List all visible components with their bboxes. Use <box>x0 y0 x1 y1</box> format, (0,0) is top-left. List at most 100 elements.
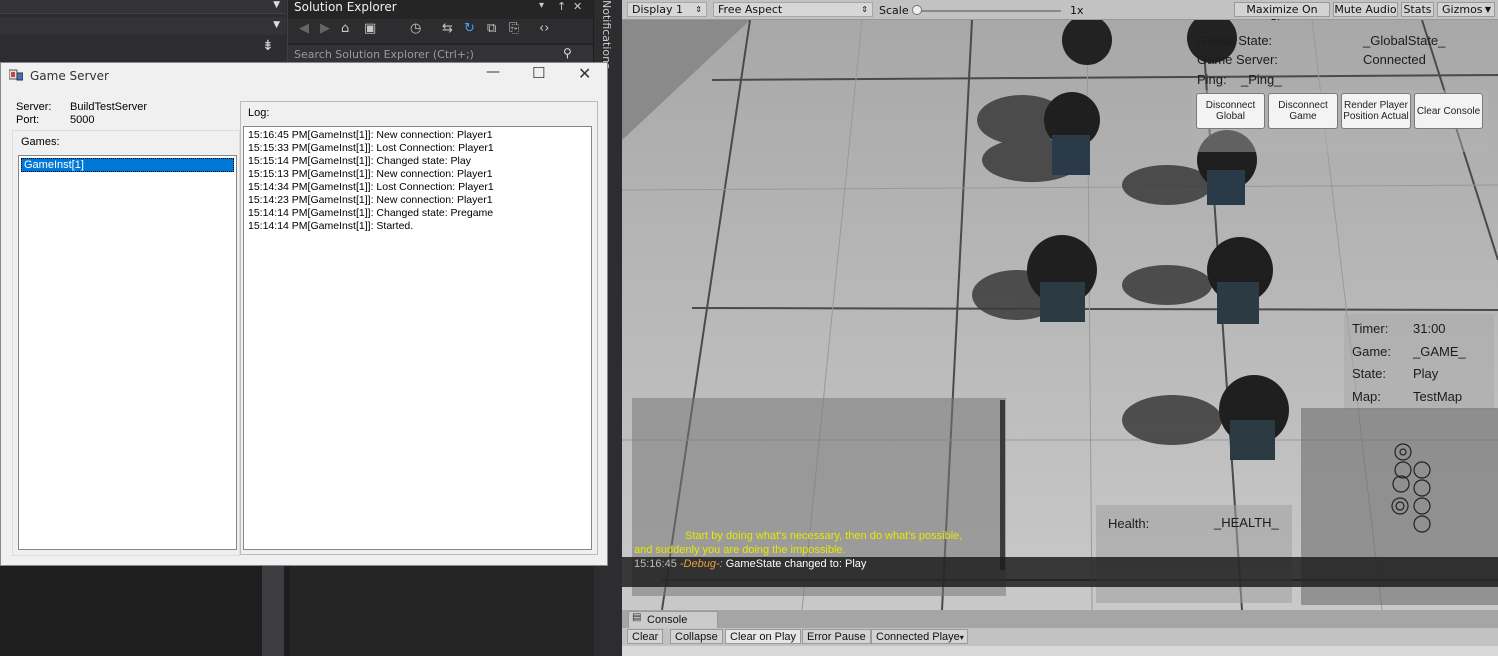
show-all-files-icon[interactable]: ⎘ <box>509 21 519 36</box>
timer-label: Timer: <box>1352 321 1389 336</box>
aspect-dropdown[interactable]: Free Aspect ⇕ <box>713 2 873 17</box>
solution-explorer-title: Solution Explorer <box>294 0 397 14</box>
scale-label: Scale <box>879 4 909 17</box>
console-clear-button[interactable]: Clear <box>627 629 664 644</box>
vs-dropdown-top[interactable]: ▼ <box>0 0 286 14</box>
port-label: Port: <box>16 114 40 126</box>
maximize-icon[interactable]: ☐ <box>532 64 545 82</box>
port-value: 5000 <box>70 114 95 126</box>
chevron-down-icon: ⇕ <box>695 5 702 14</box>
render-player-position-button[interactable]: Render Player Position Actual <box>1341 93 1411 129</box>
global-state-label: Global State: <box>1197 33 1273 48</box>
search-icon[interactable]: ⚲ <box>563 46 572 60</box>
connected-player-dropdown[interactable]: Connected Playe▾ <box>871 629 968 644</box>
chevron-down-icon: ▼ <box>273 20 280 30</box>
dropdown-icon[interactable]: ▾ <box>539 0 544 11</box>
log-line: 15:14:14 PM[GameInst[1]]: Changed state:… <box>248 207 494 219</box>
maximize-on-play-toggle[interactable]: Maximize On Play <box>1234 2 1330 30</box>
notifications-tab[interactable]: Notifications <box>600 0 613 69</box>
window-title: Game Server <box>30 69 109 83</box>
gizmos-label: Gizmos <box>1442 3 1483 16</box>
chevron-down-icon: ▼ <box>1484 5 1491 14</box>
server-label: Server: <box>16 101 52 113</box>
timer-value: 31:00 <box>1413 321 1446 336</box>
debug-time: 15:16:45 <box>634 558 677 570</box>
game-label: Game: <box>1352 344 1392 359</box>
solutions-views-icon[interactable]: ▣ <box>364 21 376 36</box>
pending-changes-icon[interactable]: ◷ <box>410 21 421 36</box>
map-label: Map: <box>1352 389 1381 404</box>
close-icon[interactable]: ✕ <box>578 64 591 83</box>
mute-audio-toggle[interactable]: Mute Audio <box>1333 2 1398 17</box>
health-value: _HEALTH_ <box>1214 515 1279 530</box>
display-label: Display 1 <box>632 3 684 16</box>
refresh-icon[interactable]: ↻ <box>464 21 475 36</box>
collapse-all-icon[interactable]: ⧉ <box>487 21 496 36</box>
log-line: 15:14:34 PM[GameInst[1]]: Lost Connectio… <box>248 181 494 193</box>
console-icon: ▤ <box>632 612 642 623</box>
quote-line-1: Start by doing what's necessary, then do… <box>685 530 963 542</box>
games-listbox[interactable]: GameInst[1] <box>18 155 237 550</box>
close-icon[interactable]: ✕ <box>573 0 582 13</box>
ping-label: Ping: <box>1197 72 1227 87</box>
console-tab[interactable]: Console <box>628 611 718 628</box>
debug-tag: -Debug-: <box>679 558 723 570</box>
log-line: 15:15:33 PM[GameInst[1]]: Lost Connectio… <box>248 142 494 154</box>
ping-value: _Ping_ <box>1241 72 1282 87</box>
gizmos-dropdown[interactable]: Gizmos ▼ <box>1437 2 1495 17</box>
solution-explorer-tree <box>290 566 595 656</box>
aspect-label: Free Aspect <box>718 3 783 16</box>
chevron-down-icon: ▾ <box>959 633 964 642</box>
vs-editor-area <box>0 566 262 656</box>
health-label: Health: <box>1108 516 1150 531</box>
game-value: _GAME_ <box>1413 344 1466 359</box>
console-log-area[interactable] <box>622 646 1498 656</box>
sync-icon[interactable]: ⇆ <box>442 21 453 36</box>
disconnect-game-button[interactable]: Disconnect Game <box>1268 93 1338 129</box>
games-label: Games: <box>21 136 60 148</box>
chevron-down-icon: ▼ <box>273 0 280 10</box>
stats-toggle[interactable]: Stats <box>1401 2 1434 17</box>
state-value: Play <box>1413 366 1439 381</box>
back-icon[interactable]: ◀ <box>299 21 309 36</box>
pin-icon[interactable]: ↑ <box>557 0 566 13</box>
log-listbox[interactable]: 15:16:45 PM[GameInst[1]]: New connection… <box>243 126 592 550</box>
log-line: 15:15:13 PM[GameInst[1]]: New connection… <box>248 168 493 180</box>
console-collapse-toggle[interactable]: Collapse <box>670 629 723 644</box>
game-viewport[interactable]: Global State: _GlobalState_ Game Server:… <box>622 20 1498 610</box>
debug-text: GameState changed to: Play <box>725 558 867 570</box>
chat-scrollbar[interactable] <box>1000 400 1005 570</box>
clear-console-button[interactable]: Clear Console <box>1414 93 1483 129</box>
map-value: TestMap <box>1413 389 1463 404</box>
log-line: 15:16:45 PM[GameInst[1]]: New connection… <box>248 129 493 141</box>
minimize-icon[interactable]: — <box>486 64 500 80</box>
debug-message: 15:16:45 -Debug-: GameState changed to: … <box>634 558 866 570</box>
connected-player-label: Connected Playe <box>876 631 960 643</box>
split-icon[interactable]: ⇟ <box>262 38 274 54</box>
vs-dropdown-second[interactable]: ▼ <box>0 17 286 35</box>
state-label: State: <box>1352 366 1386 381</box>
clear-on-play-toggle[interactable]: Clear on Play <box>725 629 802 644</box>
display-dropdown[interactable]: Display 1 ⇕ <box>627 2 707 17</box>
log-label: Log: <box>248 107 270 119</box>
log-line: 15:14:14 PM[GameInst[1]]: Started. <box>248 220 414 232</box>
forward-icon[interactable]: ▶ <box>320 21 330 36</box>
log-line: 15:14:23 PM[GameInst[1]]: New connection… <box>248 194 493 206</box>
game-server-label: Game Server: <box>1197 52 1278 67</box>
app-icon <box>9 69 23 81</box>
list-item[interactable]: GameInst[1] <box>21 158 234 172</box>
error-pause-toggle[interactable]: Error Pause <box>802 629 871 644</box>
home-icon[interactable]: ⌂ <box>341 21 349 36</box>
quote-line-2: and suddenly you are doing the impossibl… <box>634 544 846 556</box>
vs-scrollbar[interactable] <box>262 566 284 656</box>
log-line: 15:15:14 PM[GameInst[1]]: Changed state:… <box>248 155 471 167</box>
global-state-value: _GlobalState_ <box>1363 33 1446 48</box>
game-server-status: Connected <box>1363 52 1426 67</box>
console-tab-bar <box>622 610 1498 628</box>
chevron-down-icon: ⇕ <box>861 5 868 14</box>
server-value: BuildTestServer <box>70 101 148 113</box>
scale-slider-track[interactable] <box>913 10 1061 12</box>
code-view-icon[interactable]: ‹› <box>539 21 549 36</box>
scale-slider-thumb[interactable] <box>912 5 922 15</box>
disconnect-global-button[interactable]: Disconnect Global <box>1196 93 1265 129</box>
